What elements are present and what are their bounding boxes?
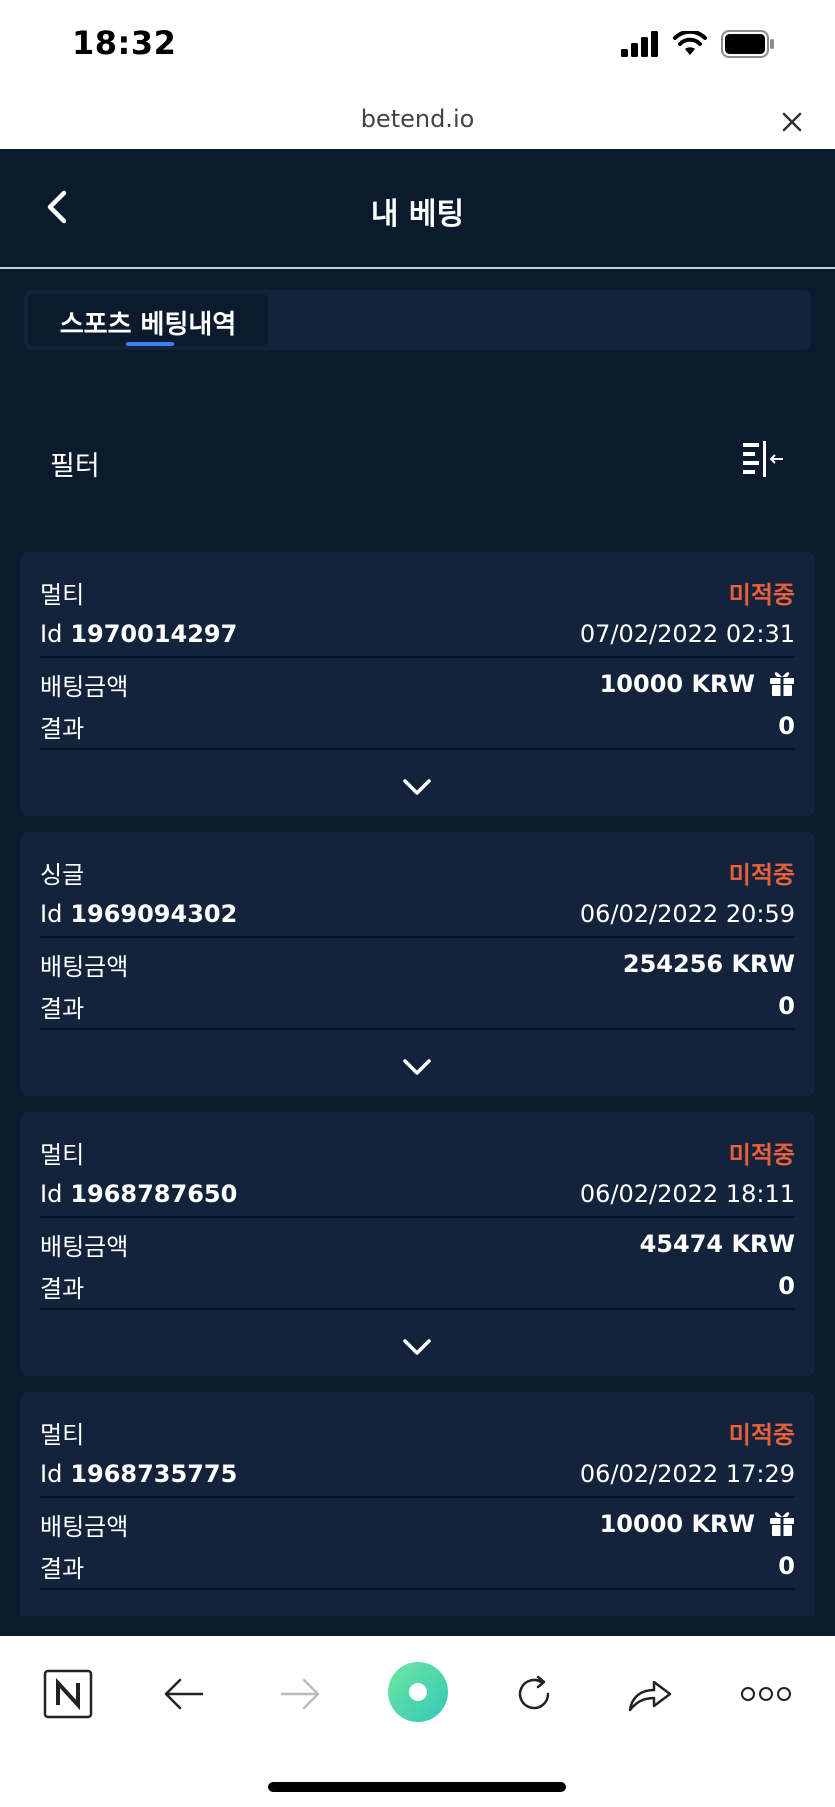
browser-toolbar xyxy=(0,1636,835,1807)
status-icons xyxy=(621,30,775,58)
chevron-down-icon[interactable] xyxy=(397,1053,437,1081)
bet-amount: 254256 KRW xyxy=(622,950,795,978)
status-bar: 18:32 xyxy=(0,0,835,95)
bet-result-label: 결과 xyxy=(40,1554,85,1583)
bet-id-label: Id xyxy=(40,1180,63,1208)
bet-amount: 10000 KRW xyxy=(599,1510,755,1538)
more-icon[interactable] xyxy=(736,1664,796,1724)
bet-amount-label: 배팅금액 xyxy=(40,1512,129,1541)
bet-status: 미적중 xyxy=(728,1140,795,1169)
active-tab-indicator xyxy=(126,342,174,346)
bet-id: 1968787650 xyxy=(70,1180,238,1208)
bet-amount-label: 배팅금액 xyxy=(40,952,129,981)
bet-id-label: Id xyxy=(40,900,63,928)
filter-icon[interactable] xyxy=(741,440,785,480)
back-arrow-icon[interactable] xyxy=(154,1664,214,1724)
bet-type: 멀티 xyxy=(40,1140,85,1169)
bet-result: 0 xyxy=(778,992,795,1020)
naver-icon[interactable] xyxy=(38,1664,98,1724)
tab-sports-bets[interactable]: 스포츠 베팅내역 xyxy=(28,294,268,346)
bet-id-label: Id xyxy=(40,620,63,648)
bet-type: 멀티 xyxy=(40,1420,85,1449)
bet-amount: 45474 KRW xyxy=(639,1230,795,1258)
divider xyxy=(40,1028,795,1030)
bet-result-label: 결과 xyxy=(40,714,85,743)
share-icon[interactable] xyxy=(620,1664,680,1724)
bet-amount-label: 배팅금액 xyxy=(40,1232,129,1261)
bet-result-label: 결과 xyxy=(40,994,85,1023)
url-bar: betend.io xyxy=(0,95,835,149)
filter-button[interactable]: 필터 xyxy=(50,444,100,483)
bet-result: 0 xyxy=(778,712,795,740)
bet-card[interactable]: 싱글 미적중 Id 1969094302 06/02/2022 20:59 배팅금… xyxy=(20,832,815,1096)
app-header: 내 베팅 xyxy=(0,149,835,269)
url-text[interactable]: betend.io xyxy=(0,105,835,133)
bet-datetime: 07/02/2022 02:31 xyxy=(579,620,795,648)
tab-strip: 스포츠 베팅내역 xyxy=(24,290,811,350)
bet-list[interactable]: 멀티 미적중 Id 1970014297 07/02/2022 02:31 배팅금… xyxy=(20,552,815,1616)
close-icon[interactable] xyxy=(777,107,807,137)
bet-result: 0 xyxy=(778,1272,795,1300)
divider xyxy=(40,936,795,938)
bet-card[interactable]: 멀티 미적중 Id 1970014297 07/02/2022 02:31 배팅금… xyxy=(20,552,815,816)
gift-icon xyxy=(770,1512,794,1536)
divider xyxy=(40,748,795,750)
bet-amount-label: 배팅금액 xyxy=(40,672,129,701)
bet-id: 1970014297 xyxy=(70,620,238,648)
divider xyxy=(40,1588,795,1590)
signal-icon xyxy=(621,31,658,57)
bet-type: 멀티 xyxy=(40,580,85,609)
bet-amount: 10000 KRW xyxy=(599,670,755,698)
status-time: 18:32 xyxy=(72,24,177,62)
bet-status: 미적중 xyxy=(728,860,795,889)
bet-id-label: Id xyxy=(40,1460,63,1488)
reload-icon[interactable] xyxy=(504,1664,564,1724)
tab-label: 스포츠 베팅내역 xyxy=(59,310,237,340)
bet-id: 1968735775 xyxy=(70,1460,238,1488)
bet-status: 미적중 xyxy=(728,580,795,609)
bet-card[interactable]: 멀티 미적중 Id 1968787650 06/02/2022 18:11 배팅금… xyxy=(20,1112,815,1376)
home-indicator xyxy=(268,1782,566,1792)
bet-card[interactable]: 멀티 미적중 Id 1968735775 06/02/2022 17:29 배팅금… xyxy=(20,1392,815,1616)
battery-icon xyxy=(721,30,774,58)
divider xyxy=(40,656,795,658)
chevron-down-icon[interactable] xyxy=(397,1333,437,1361)
bet-status: 미적중 xyxy=(728,1420,795,1449)
bet-datetime: 06/02/2022 20:59 xyxy=(579,900,795,928)
bet-result-label: 결과 xyxy=(40,1274,85,1303)
chevron-down-icon[interactable] xyxy=(397,773,437,801)
divider xyxy=(40,1216,795,1218)
bet-result: 0 xyxy=(778,1552,795,1580)
bet-datetime: 06/02/2022 17:29 xyxy=(579,1460,795,1488)
green-dot-icon[interactable] xyxy=(382,1656,454,1728)
divider xyxy=(40,1308,795,1310)
forward-arrow-icon[interactable] xyxy=(270,1664,330,1724)
bet-datetime: 06/02/2022 18:11 xyxy=(579,1180,795,1208)
page-title: 내 베팅 xyxy=(370,197,465,232)
bet-type: 싱글 xyxy=(40,860,85,889)
divider xyxy=(40,1496,795,1498)
gift-icon xyxy=(770,672,794,696)
bet-id: 1969094302 xyxy=(70,900,238,928)
wifi-icon xyxy=(673,31,707,55)
